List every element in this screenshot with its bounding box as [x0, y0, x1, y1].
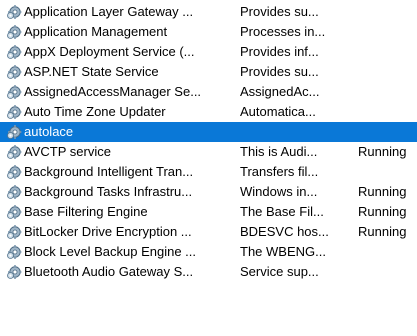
service-row[interactable]: Background Tasks Infrastru... Windows in.…: [0, 182, 417, 202]
service-description: Transfers fil...: [240, 164, 319, 179]
service-status: Running: [358, 204, 407, 219]
service-gear-icon: [6, 204, 22, 220]
service-row[interactable]: AssignedAccessManager Se... AssignedAc...: [0, 82, 417, 102]
service-name: Block Level Backup Engine ...: [24, 244, 196, 259]
service-gear-icon: [6, 124, 22, 140]
services-list: Application Layer Gateway ... Provides su…: [0, 0, 417, 336]
service-name: Bluetooth Audio Gateway S...: [24, 264, 194, 279]
service-gear-icon: [6, 104, 22, 120]
service-name: ASP.NET State Service: [24, 64, 159, 79]
service-gear-icon: [6, 64, 22, 80]
service-gear-icon: [6, 264, 22, 280]
service-status: Running: [358, 144, 407, 159]
service-row[interactable]: Block Level Backup Engine ... The WBENG..…: [0, 242, 417, 262]
service-row[interactable]: Application Management Processes in...: [0, 22, 417, 42]
service-row[interactable]: Base Filtering Engine The Base Fil... Runn…: [0, 202, 417, 222]
service-row[interactable]: Bluetooth Audio Gateway S... Service sup.…: [0, 262, 417, 282]
service-description: Provides su...: [240, 64, 319, 79]
service-description: The WBENG...: [240, 244, 326, 259]
service-description: Automatica...: [240, 104, 316, 119]
service-status: Running: [358, 184, 407, 199]
service-description: Service sup...: [240, 264, 319, 279]
service-description: Windows in...: [240, 184, 318, 199]
service-gear-icon: [6, 244, 22, 260]
service-gear-icon: [6, 164, 22, 180]
service-name: AVCTP service: [24, 144, 111, 159]
service-description: The Base Fil...: [240, 204, 324, 219]
service-name: AppX Deployment Service (...: [24, 44, 195, 59]
service-row[interactable]: Auto Time Zone Updater Automatica...: [0, 102, 417, 122]
service-row[interactable]: Application Layer Gateway ... Provides su…: [0, 2, 417, 22]
service-description: Provides inf...: [240, 44, 319, 59]
service-row[interactable]: ASP.NET State Service Provides su...: [0, 62, 417, 82]
service-name: Background Tasks Infrastru...: [24, 184, 193, 199]
service-name: BitLocker Drive Encryption ...: [24, 224, 192, 239]
service-gear-icon: [6, 84, 22, 100]
service-description: This is Audi...: [240, 144, 318, 159]
service-name: Auto Time Zone Updater: [24, 104, 166, 119]
service-row[interactable]: AVCTP service This is Audi... Running: [0, 142, 417, 162]
service-gear-icon: [6, 144, 22, 160]
service-description: BDESVC hos...: [240, 224, 329, 239]
service-name: autolace: [24, 124, 74, 139]
service-status: Running: [358, 224, 407, 239]
service-description: AssignedAc...: [240, 84, 320, 99]
service-gear-icon: [6, 24, 22, 40]
service-name: Base Filtering Engine: [24, 204, 148, 219]
service-gear-icon: [6, 44, 22, 60]
service-row[interactable]: AppX Deployment Service (... Provides inf…: [0, 42, 417, 62]
service-row[interactable]: Background Intelligent Tran... Transfers …: [0, 162, 417, 182]
service-name: Application Layer Gateway ...: [24, 4, 194, 19]
service-name: AssignedAccessManager Se...: [24, 84, 202, 99]
service-row[interactable]: autolace: [0, 122, 417, 142]
service-description: Processes in...: [240, 24, 326, 39]
service-description: Provides su...: [240, 4, 319, 19]
service-row[interactable]: BitLocker Drive Encryption ... BDESVC hos…: [0, 222, 417, 242]
service-name: Background Intelligent Tran...: [24, 164, 194, 179]
service-name: Application Management: [24, 24, 168, 39]
service-gear-icon: [6, 4, 22, 20]
service-gear-icon: [6, 224, 22, 240]
service-gear-icon: [6, 184, 22, 200]
